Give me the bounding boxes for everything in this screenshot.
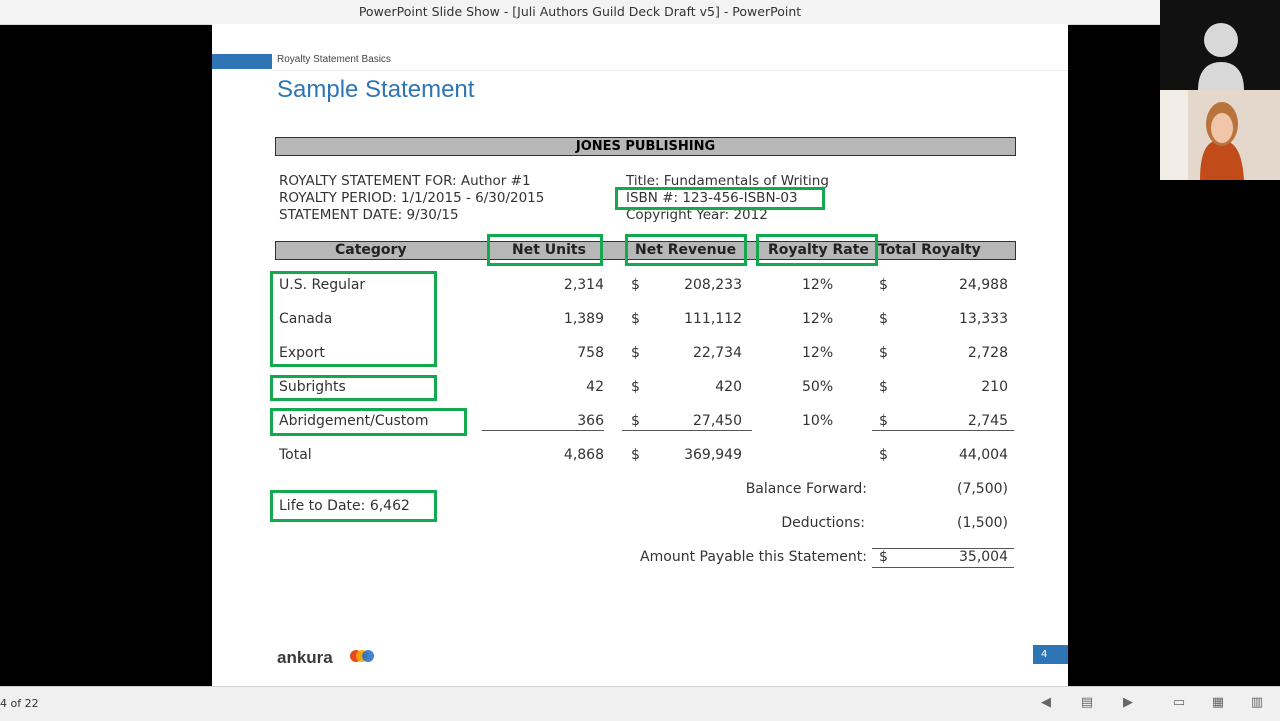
row-rate: 50% xyxy=(802,379,834,395)
slide: Royalty Statement Basics Sample Statemen… xyxy=(212,24,1068,686)
row-revenue: 27,450 xyxy=(693,413,742,429)
section-bar xyxy=(212,54,272,69)
total-currency: $ xyxy=(631,447,640,463)
row-currency: $ xyxy=(631,413,640,429)
row-currency: $ xyxy=(879,379,888,395)
window-title: PowerPoint Slide Show - [Juli Authors Gu… xyxy=(0,0,1160,25)
isbn-highlight xyxy=(615,187,825,210)
person-icon xyxy=(1198,23,1244,90)
reading-view-icon[interactable]: ▥ xyxy=(1249,695,1265,711)
row-revenue: 208,233 xyxy=(684,277,742,293)
ankura-logo: ankura xyxy=(277,648,333,667)
row-revenue: 420 xyxy=(715,379,742,395)
slide-sorter-icon[interactable]: ▤ xyxy=(1079,695,1095,711)
col-category: Category xyxy=(335,242,407,258)
grid-view-icon[interactable]: ▦ xyxy=(1210,695,1226,711)
total-revenue: 369,949 xyxy=(684,447,742,463)
payable-underline xyxy=(872,567,1014,568)
amount-payable-value: 35,004 xyxy=(959,549,1008,565)
row-revenue: 111,112 xyxy=(684,311,742,327)
next-icon[interactable]: ▶ xyxy=(1120,695,1136,711)
subrights-highlight xyxy=(270,375,437,401)
revenue-underline xyxy=(622,430,752,431)
statement-date: STATEMENT DATE: 9/30/15 xyxy=(279,207,459,223)
normal-view-icon[interactable]: ▭ xyxy=(1171,695,1187,711)
deductions-label: Deductions: xyxy=(781,515,865,531)
row-rate: 10% xyxy=(802,413,834,429)
page-number: 4 xyxy=(1033,645,1068,664)
row-royalty: 2,728 xyxy=(967,345,1008,361)
row-revenue: 22,734 xyxy=(693,345,742,361)
row-rate: 12% xyxy=(802,311,834,327)
statement-for: ROYALTY STATEMENT FOR: Author #1 xyxy=(279,173,531,189)
row-units: 758 xyxy=(577,345,604,361)
header-divider xyxy=(272,70,1068,71)
total-label: Total xyxy=(279,447,312,463)
participant-tile[interactable] xyxy=(1160,0,1280,90)
row-royalty: 210 xyxy=(981,379,1008,395)
row-currency: $ xyxy=(631,277,640,293)
row-units: 2,314 xyxy=(563,277,604,293)
life-to-date-highlight xyxy=(270,490,437,522)
categories-highlight xyxy=(270,271,437,367)
abridgement-highlight xyxy=(270,408,467,436)
row-units: 42 xyxy=(586,379,604,395)
total-currency: $ xyxy=(879,447,888,463)
total-units: 4,868 xyxy=(563,447,604,463)
slide-counter: 4 of 22 xyxy=(0,697,39,710)
royalty-rate-highlight xyxy=(756,234,878,266)
row-units: 1,389 xyxy=(563,311,604,327)
row-royalty: 24,988 xyxy=(959,277,1008,293)
ankura-logo-mark xyxy=(350,650,374,662)
row-currency: $ xyxy=(879,311,888,327)
balance-forward-label: Balance Forward: xyxy=(745,481,867,497)
row-currency: $ xyxy=(631,345,640,361)
previous-icon[interactable]: ◀ xyxy=(1038,695,1054,711)
payable-currency: $ xyxy=(879,549,888,565)
royalty-period: ROYALTY PERIOD: 1/1/2015 - 6/30/2015 xyxy=(279,190,545,206)
net-units-highlight xyxy=(487,234,603,266)
deductions-value: (1,500) xyxy=(956,515,1008,531)
presenter-video-feed xyxy=(1160,90,1280,180)
row-royalty: 2,745 xyxy=(967,413,1008,429)
total-royalty: 44,004 xyxy=(959,447,1008,463)
row-units: 366 xyxy=(577,413,604,429)
row-rate: 12% xyxy=(802,277,834,293)
row-currency: $ xyxy=(631,311,640,327)
row-royalty: 13,333 xyxy=(959,311,1008,327)
balance-forward-value: (7,500) xyxy=(956,481,1008,497)
row-currency: $ xyxy=(631,379,640,395)
presenter-video[interactable] xyxy=(1160,90,1280,180)
amount-payable-label: Amount Payable this Statement: xyxy=(640,549,867,565)
row-rate: 12% xyxy=(802,345,834,361)
section-label: Royalty Statement Basics xyxy=(277,54,391,65)
col-total-royalty: Total Royalty xyxy=(878,242,981,258)
slide-title: Sample Statement xyxy=(277,76,475,103)
units-underline xyxy=(482,430,604,431)
row-currency: $ xyxy=(879,277,888,293)
publisher-header: JONES PUBLISHING xyxy=(275,137,1016,156)
status-bar: 4 of 22 ◀ ▤ ▶ ▭ ▦ ▥ xyxy=(0,686,1280,721)
royalty-underline xyxy=(872,430,1014,431)
net-revenue-highlight xyxy=(625,234,747,266)
row-currency: $ xyxy=(879,345,888,361)
row-currency: $ xyxy=(879,413,888,429)
